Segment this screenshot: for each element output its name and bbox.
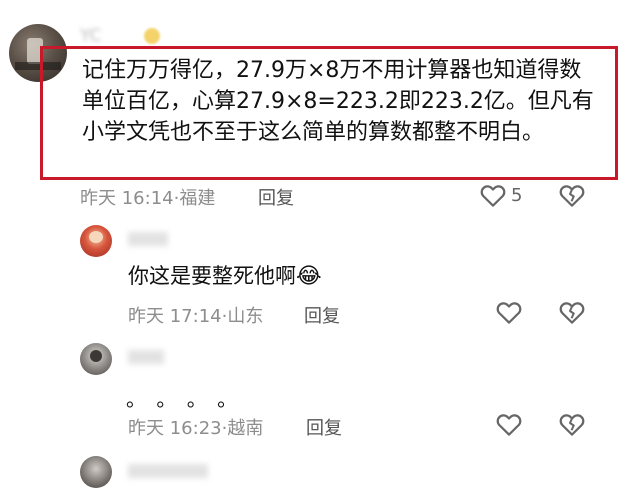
laughing-emoji-icon: 😂 <box>296 264 322 289</box>
username-blur <box>128 232 168 246</box>
broken-heart-icon <box>557 297 587 327</box>
heart-icon <box>478 180 508 210</box>
like-count: 5 <box>511 185 523 206</box>
dislike-button[interactable] <box>557 409 587 439</box>
timestamp: 昨天 16:23 <box>128 418 222 439</box>
comment-meta: 昨天 16:14·福建 <box>80 184 215 210</box>
comment-text: 记住万万得亿，27.9万×8万不用计算器也知道得数单位百亿，心算27.9×8=2… <box>82 58 594 145</box>
like-button[interactable] <box>494 297 524 327</box>
avatar[interactable] <box>80 225 112 257</box>
avatar[interactable] <box>80 343 112 375</box>
username[interactable]: YC <box>80 26 101 46</box>
reply-button[interactable]: 回复 <box>304 302 340 328</box>
like-button[interactable] <box>478 180 508 210</box>
comment-meta: 昨天 16:23·越南 <box>128 414 263 440</box>
username-blur <box>128 350 164 364</box>
comment-text: 。 。 。 。 <box>126 387 240 411</box>
heart-icon <box>494 297 524 327</box>
timestamp: 昨天 17:14 <box>128 306 222 327</box>
broken-heart-icon <box>557 180 587 210</box>
comment-text: 你这是要整死他啊😂 <box>128 264 322 289</box>
location: 山东 <box>227 306 264 327</box>
comment-meta: 昨天 17:14·山东 <box>128 302 263 328</box>
dislike-button[interactable] <box>557 180 587 210</box>
heart-icon <box>494 409 524 439</box>
username-blur <box>128 464 208 478</box>
reply-button[interactable]: 回复 <box>258 184 294 210</box>
badge-icon <box>144 28 160 44</box>
like-button[interactable] <box>494 409 524 439</box>
dislike-button[interactable] <box>557 297 587 327</box>
location: 福建 <box>179 188 216 209</box>
timestamp: 昨天 16:14 <box>80 188 174 209</box>
broken-heart-icon <box>557 409 587 439</box>
avatar[interactable] <box>80 456 112 488</box>
reply-button[interactable]: 回复 <box>306 414 342 440</box>
location: 越南 <box>227 418 264 439</box>
